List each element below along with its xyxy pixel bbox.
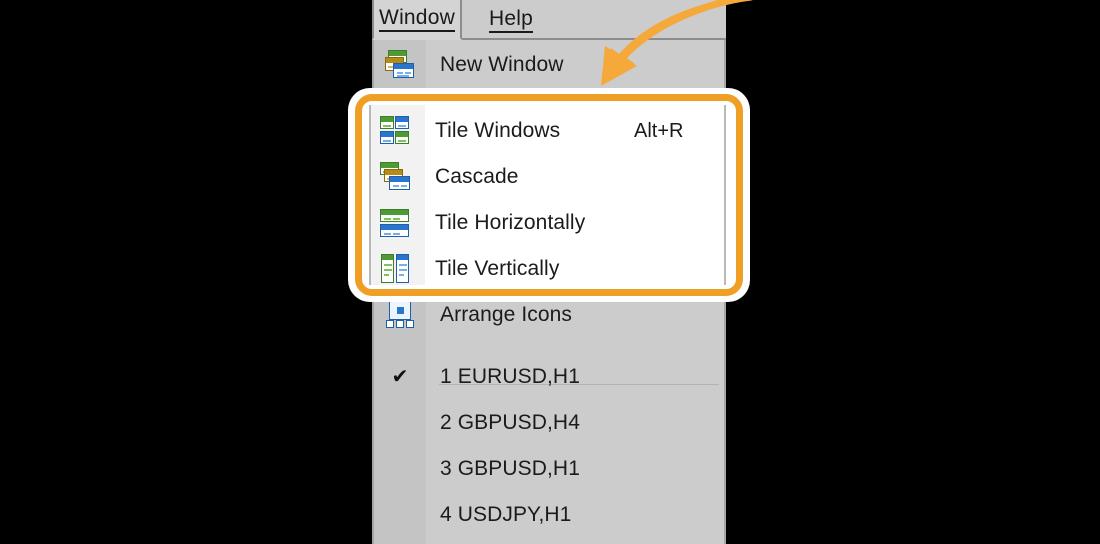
menu-item-label: 4 USDJPY,H1 [440,503,572,526]
new-window-icon [374,42,426,88]
highlight-item-tile-horizontally[interactable]: Tile Horizontally [369,200,726,246]
annotation-arrow-icon [601,0,753,86]
tile-horizontally-icon [369,200,421,246]
highlight-item-tile-vertically[interactable]: Tile Vertically [369,246,726,285]
menu-item-window-2[interactable]: 2 GBPUSD,H4 [374,400,724,446]
menu-item-window-3[interactable]: 3 GBPUSD,H1 [374,446,724,492]
highlight-item-tile-windows[interactable]: Tile Windows Alt+R [369,108,726,154]
menu-item-label: Tile Windows [435,119,561,142]
tile-vertically-icon [369,246,421,285]
highlighted-menu-items: Tile Windows Alt+R Cascade Tile Horizont… [369,105,729,285]
menu-item-label: 3 GBPUSD,H1 [440,457,580,480]
menu-item-label: 1 EURUSD,H1 [440,365,580,388]
tile-windows-icon [369,108,421,154]
menu-item-label: Tile Horizontally [435,211,586,234]
menu-item-label: New Window [440,53,564,76]
checkmark-glyph: ✔ [391,366,409,388]
menu-item-window-4[interactable]: 4 USDJPY,H1 [374,492,724,538]
menu-tab-help-label: Help [489,7,533,33]
highlight-item-cascade[interactable]: Cascade [369,154,726,200]
menu-item-accelerator: Alt+R [634,119,684,142]
menu-item-label: 2 GBPUSD,H4 [440,411,580,434]
menu-item-label: Tile Vertically [435,257,560,280]
menu-tab-window-label: Window [379,6,455,32]
menu-item-label: Arrange Icons [440,303,573,326]
checkmark-icon: ✔ [374,354,426,400]
cascade-icon [369,154,421,200]
menu-tab-help[interactable]: Help [474,0,548,40]
menu-tab-window[interactable]: Window [372,0,462,40]
menu-item-label: Cascade [435,165,519,188]
screenshot-root: Window Help New Window Arrange Icons ✔ 1… [0,0,1100,544]
menu-item-window-1[interactable]: ✔ 1 EURUSD,H1 [374,354,724,400]
